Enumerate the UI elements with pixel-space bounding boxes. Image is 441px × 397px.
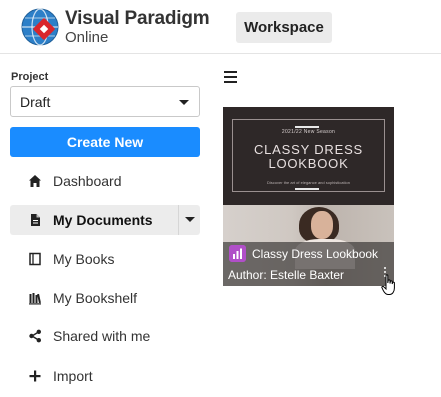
sidebar-item-my-documents[interactable]: My Documents bbox=[10, 205, 200, 235]
home-icon bbox=[29, 175, 41, 187]
visual-paradigm-logo[interactable] bbox=[20, 7, 60, 47]
hand-cursor-icon bbox=[381, 274, 395, 295]
cover-title: CLASSY DRESS LOOKBOOK bbox=[233, 143, 384, 171]
bookshelf-icon bbox=[29, 293, 41, 305]
cover-accent-bar bbox=[295, 126, 319, 128]
top-header: Visual Paradigm Online Workspace bbox=[0, 0, 441, 54]
workspace-button[interactable]: Workspace bbox=[236, 12, 332, 43]
sidebar-item-my-books[interactable]: My Books bbox=[10, 244, 200, 274]
chevron-down-icon bbox=[185, 217, 195, 222]
flipbook-icon bbox=[229, 245, 246, 262]
cover-subtitle: Discover the art of elegance and sophist… bbox=[267, 180, 350, 185]
sidebar-item-label: Dashboard bbox=[53, 173, 122, 189]
project-select-value: Draft bbox=[20, 94, 51, 110]
share-icon bbox=[29, 329, 41, 343]
hamburger-icon[interactable] bbox=[224, 71, 237, 83]
sidebar-item-dashboard[interactable]: Dashboard bbox=[10, 166, 200, 196]
app-root: Visual Paradigm Online Workspace Project… bbox=[0, 0, 441, 397]
document-author: Author: Estelle Baxter bbox=[228, 268, 345, 282]
sidebar-item-import[interactable]: Import bbox=[10, 361, 200, 391]
project-label: Project bbox=[11, 71, 49, 83]
cover-title-line2: LOOKBOOK bbox=[268, 156, 349, 171]
document-title[interactable]: Classy Dress Lookbook bbox=[252, 247, 378, 261]
my-documents-dropdown-toggle[interactable] bbox=[178, 205, 200, 235]
sidebar-item-label: My Documents bbox=[53, 212, 153, 228]
sidebar-item-label: My Books bbox=[53, 251, 115, 267]
brand-subtitle: Online bbox=[65, 29, 109, 46]
document-card[interactable]: 2021/22 New Season CLASSY DRESS LOOKBOOK… bbox=[223, 107, 394, 286]
cover-accent-bar bbox=[295, 188, 319, 190]
sidebar-item-label: My Bookshelf bbox=[53, 290, 138, 306]
plus-icon bbox=[29, 370, 41, 382]
sidebar-item-my-bookshelf[interactable]: My Bookshelf bbox=[10, 283, 200, 313]
cover-tag: 2021/22 New Season bbox=[281, 129, 336, 135]
sidebar-item-label: Shared with me bbox=[53, 328, 151, 344]
project-select[interactable]: Draft bbox=[10, 86, 200, 117]
cover-title-line1: CLASSY DRESS bbox=[253, 142, 364, 157]
document-icon bbox=[31, 214, 40, 226]
book-icon bbox=[29, 252, 41, 266]
cover-frame: 2021/22 New Season CLASSY DRESS LOOKBOOK… bbox=[232, 119, 385, 192]
sidebar-item-shared-with-me[interactable]: Shared with me bbox=[10, 321, 200, 351]
sidebar-item-label: Import bbox=[53, 368, 93, 384]
chevron-down-icon bbox=[179, 100, 189, 105]
brand-name: Visual Paradigm bbox=[65, 8, 210, 29]
model-face bbox=[311, 211, 333, 239]
create-new-button[interactable]: Create New bbox=[10, 127, 200, 157]
